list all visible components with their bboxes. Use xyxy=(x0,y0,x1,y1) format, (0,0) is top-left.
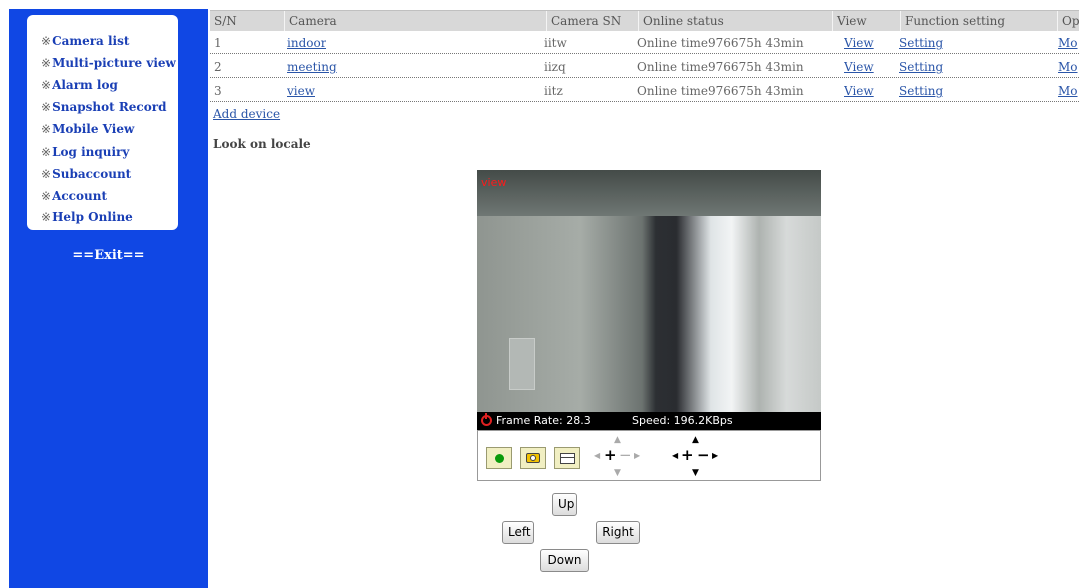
sidebar-item-camera-list[interactable]: ※Camera list xyxy=(41,32,129,50)
video-control-bar: ▲ ▼ ◀ + − ▶ ▲ ▼ ◀ + − ▶ xyxy=(477,430,821,481)
add-device-link[interactable]: Add device xyxy=(213,107,280,121)
camera-link-indoor[interactable]: indoor xyxy=(287,34,326,52)
sidebar-item-label: Mobile View xyxy=(52,122,135,136)
zoom-right-arrow-icon[interactable]: ▶ xyxy=(712,452,718,460)
bullet-icon: ※ xyxy=(41,167,52,181)
sidebar-item-label: Multi-picture view xyxy=(52,56,176,70)
view-link[interactable]: View xyxy=(844,82,874,100)
view-link[interactable]: View xyxy=(844,34,874,52)
setting-link[interactable]: Setting xyxy=(899,58,943,76)
camera-video-feed[interactable]: view xyxy=(477,170,821,412)
sidebar-menu: ※Camera list ※Multi-picture view ※Alarm … xyxy=(27,15,178,230)
focus-up-arrow-icon[interactable]: ▲ xyxy=(614,436,621,445)
column-header-camera-sn: Camera SN xyxy=(546,11,638,31)
cell-online-status: Online time976675h 43min xyxy=(637,36,804,50)
speed-text: Speed: 196.2KBps xyxy=(632,414,733,427)
focus-down-arrow-icon[interactable]: ▼ xyxy=(614,469,621,478)
focus-plus-icon[interactable]: + xyxy=(604,448,617,463)
sidebar-item-mobile-view[interactable]: ※Mobile View xyxy=(41,120,134,138)
sidebar-item-log-inquiry[interactable]: ※Log inquiry xyxy=(41,143,129,161)
column-header-camera: Camera xyxy=(284,11,546,31)
op-link[interactable]: Mo xyxy=(1058,34,1078,52)
sidebar-item-subaccount[interactable]: ※Subaccount xyxy=(41,165,131,183)
bullet-icon: ※ xyxy=(41,78,52,92)
sidebar-item-help-online[interactable]: ※Help Online xyxy=(41,208,133,226)
cell-sn: 3 xyxy=(214,84,222,98)
pan-down-button[interactable]: Down xyxy=(540,549,589,572)
video-camera-label: view xyxy=(481,176,507,189)
column-header-view: View xyxy=(832,11,900,31)
pan-left-button[interactable]: Left xyxy=(502,521,534,544)
view-link[interactable]: View xyxy=(844,58,874,76)
op-link[interactable]: Mo xyxy=(1058,82,1078,100)
bullet-icon: ※ xyxy=(41,100,52,114)
bullet-icon: ※ xyxy=(41,34,52,48)
sidebar-item-label: Alarm log xyxy=(52,78,118,92)
table-row: 2 meeting iizq Online time976675h 43min … xyxy=(210,55,1079,78)
exit-link[interactable]: ==Exit== xyxy=(9,248,208,263)
column-header-function-setting: Function setting xyxy=(900,11,1057,31)
folder-icon xyxy=(560,453,575,464)
table-header: S/N Camera Camera SN Online status View … xyxy=(210,10,1079,31)
sidebar-item-snapshot-record[interactable]: ※Snapshot Record xyxy=(41,98,166,116)
sidebar-item-account[interactable]: ※Account xyxy=(41,187,107,205)
sidebar-item-label: Camera list xyxy=(52,34,130,48)
record-button[interactable] xyxy=(486,447,512,469)
video-ceiling xyxy=(477,170,821,216)
frame-rate-text: Frame Rate: 28.3 xyxy=(496,414,591,427)
focus-left-arrow-icon[interactable]: ◀ xyxy=(594,452,600,460)
bullet-icon: ※ xyxy=(41,189,52,203)
zoom-down-arrow-icon[interactable]: ▼ xyxy=(692,469,699,478)
column-header-sn: S/N xyxy=(214,14,237,28)
sidebar: ※Camera list ※Multi-picture view ※Alarm … xyxy=(9,9,208,588)
zoom-left-arrow-icon[interactable]: ◀ xyxy=(672,452,678,460)
sidebar-item-label: Subaccount xyxy=(52,167,132,181)
focus-minus-icon[interactable]: − xyxy=(619,448,632,463)
cell-sn: 2 xyxy=(214,60,222,74)
pan-up-button[interactable]: Up xyxy=(552,493,577,516)
cell-camera-sn: iizq xyxy=(544,60,566,74)
setting-link[interactable]: Setting xyxy=(899,82,943,100)
sidebar-item-multi-picture-view[interactable]: ※Multi-picture view xyxy=(41,54,176,72)
section-title: Look on locale xyxy=(213,137,311,151)
sidebar-item-label: Log inquiry xyxy=(52,145,130,159)
bullet-icon: ※ xyxy=(41,210,52,224)
sidebar-item-alarm-log[interactable]: ※Alarm log xyxy=(41,76,118,94)
bullet-icon: ※ xyxy=(41,122,52,136)
table-row: 1 indoor iitw Online time976675h 43min V… xyxy=(210,31,1079,54)
setting-link[interactable]: Setting xyxy=(899,34,943,52)
sidebar-item-label: Snapshot Record xyxy=(52,100,167,114)
snapshot-camera-icon xyxy=(526,453,540,463)
sidebar-item-label: Account xyxy=(52,189,107,203)
video-wall-panel xyxy=(509,338,535,390)
camera-link-meeting[interactable]: meeting xyxy=(287,58,337,76)
snapshot-button[interactable] xyxy=(520,447,546,469)
column-header-online-status: Online status xyxy=(638,11,832,31)
cell-sn: 1 xyxy=(214,36,222,50)
bullet-icon: ※ xyxy=(41,56,52,70)
pan-right-button[interactable]: Right xyxy=(596,521,640,544)
zoom-up-arrow-icon[interactable]: ▲ xyxy=(692,436,699,445)
table-row: 3 view iitz Online time976675h 43min Vie… xyxy=(210,79,1079,102)
cell-camera-sn: iitw xyxy=(544,36,567,50)
cell-online-status: Online time976675h 43min xyxy=(637,60,804,74)
cell-online-status: Online time976675h 43min xyxy=(637,84,804,98)
sidebar-item-label: Help Online xyxy=(52,210,133,224)
column-header-op: Op xyxy=(1057,11,1079,31)
focus-right-arrow-icon[interactable]: ▶ xyxy=(634,452,640,460)
record-icon xyxy=(495,454,504,463)
open-folder-button[interactable] xyxy=(554,447,580,469)
power-icon[interactable] xyxy=(481,413,492,426)
bullet-icon: ※ xyxy=(41,145,52,159)
video-status-bar: Frame Rate: 28.3 Speed: 196.2KBps xyxy=(477,412,821,430)
zoom-minus-icon[interactable]: − xyxy=(697,448,710,463)
camera-link-view[interactable]: view xyxy=(287,82,315,100)
op-link[interactable]: Mo xyxy=(1058,58,1078,76)
zoom-plus-icon[interactable]: + xyxy=(681,448,694,463)
cell-camera-sn: iitz xyxy=(544,84,563,98)
